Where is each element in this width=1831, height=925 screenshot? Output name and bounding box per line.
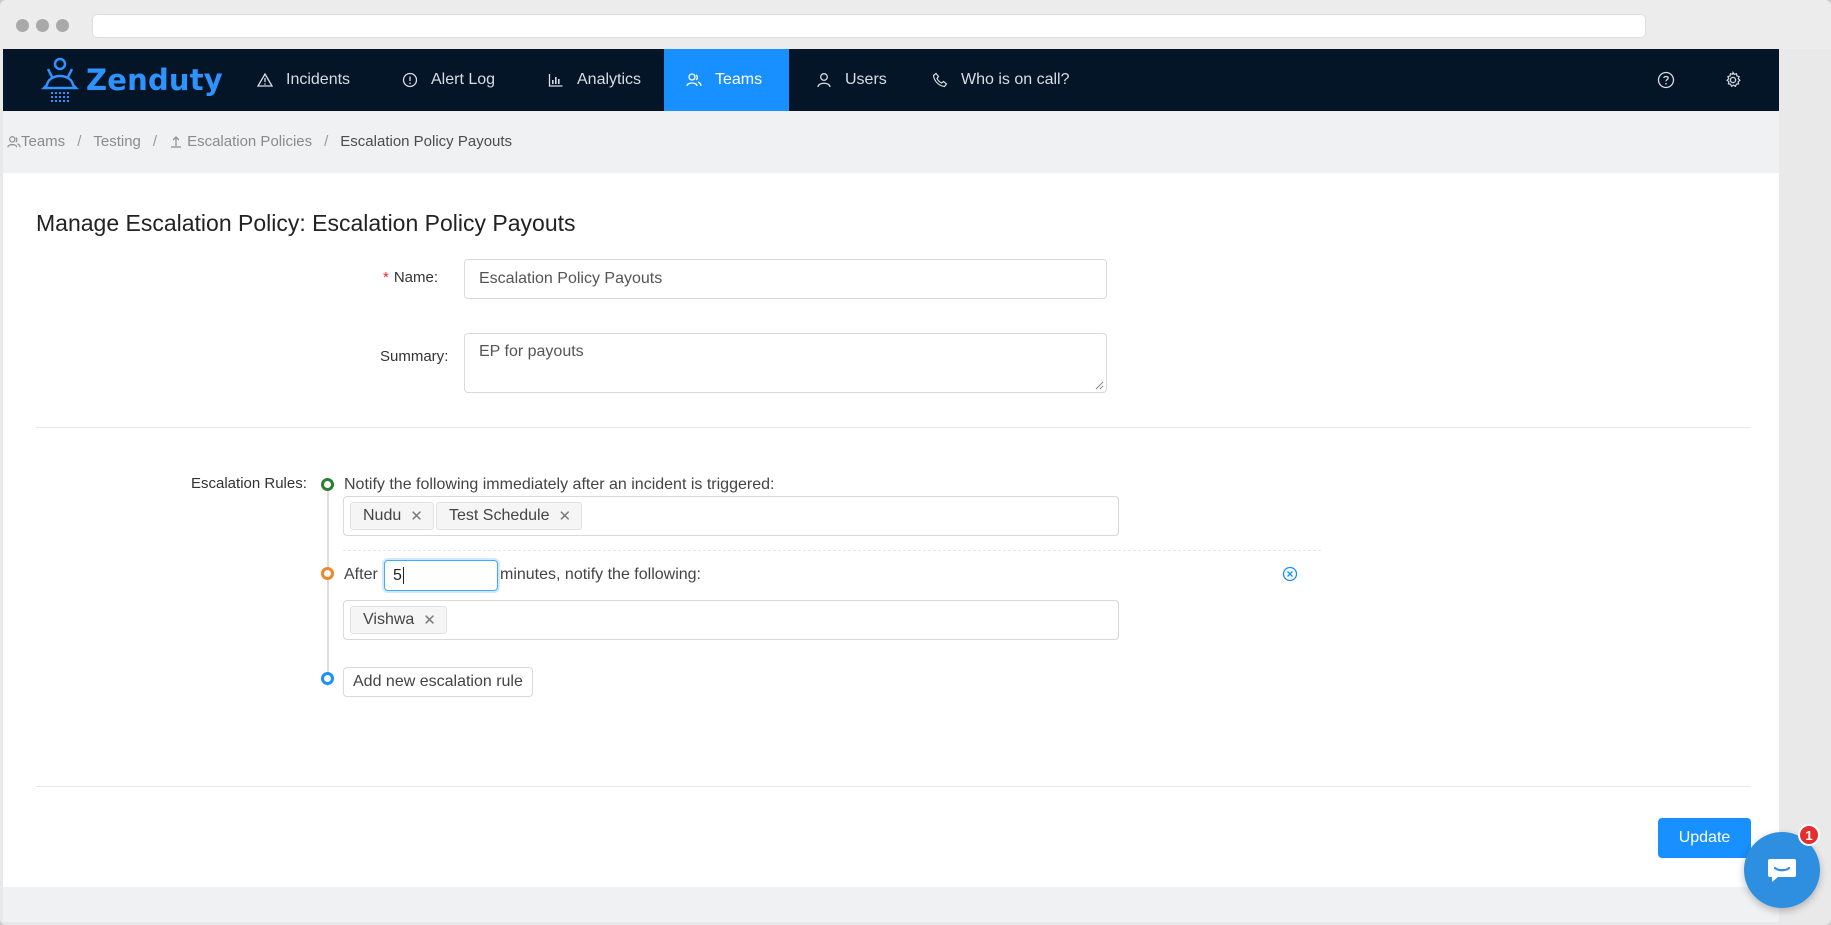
browser-window: Zenduty Incidents Alert Log Analytics Te… <box>0 0 1831 925</box>
name-label-text: Name <box>393 269 434 286</box>
chat-bubble-icon <box>1768 859 1796 882</box>
text-cursor <box>402 567 404 584</box>
resize-handle-icon[interactable] <box>1095 381 1104 390</box>
window-minimize-dot[interactable] <box>36 19 49 32</box>
browser-chrome <box>0 0 1831 49</box>
zenduty-logo-icon <box>40 57 80 102</box>
nav-alert-log-label: Alert Log <box>431 71 496 88</box>
divider <box>36 427 1751 428</box>
breadcrumb-testing[interactable]: Testing <box>93 133 141 150</box>
rule-2-timeline-dot <box>321 567 334 580</box>
escalation-rules-label: Escalation Rules: <box>191 475 307 492</box>
target-tag-label: Test Schedule <box>449 507 550 524</box>
breadcrumb-bar: Teams / Testing / Escalation Policies / … <box>3 111 1779 173</box>
divider <box>36 786 1751 787</box>
page-footer-strip <box>3 887 1779 922</box>
rule-2-targets-select[interactable]: Vishwa ✕ <box>343 600 1119 640</box>
update-button[interactable]: Update <box>1658 818 1751 858</box>
breadcrumb-current: Escalation Policy Payouts <box>340 133 513 150</box>
logo[interactable]: Zenduty <box>40 55 223 105</box>
team-icon <box>7 135 21 147</box>
bar-chart-icon <box>548 74 563 87</box>
name-input[interactable]: Escalation Policy Payouts <box>464 259 1107 299</box>
settings-gear-icon[interactable] <box>1721 68 1745 92</box>
rule-separator <box>343 550 1321 551</box>
rule-1-targets-select[interactable]: Nudu ✕ Test Schedule ✕ <box>343 496 1119 536</box>
nav-incidents[interactable]: Incidents <box>235 49 372 111</box>
nav-users[interactable]: Users <box>794 49 909 111</box>
breadcrumb-separator: / <box>152 133 158 150</box>
remove-tag-icon[interactable]: ✕ <box>410 507 423 525</box>
nav-incidents-label: Incidents <box>286 71 351 88</box>
nav-who-is-on-call[interactable]: Who is on call? <box>910 49 1092 111</box>
remove-tag-icon[interactable]: ✕ <box>559 507 572 525</box>
breadcrumb-separator: / <box>77 133 82 150</box>
summary-textarea-value: EP for payouts <box>479 343 584 360</box>
nav-analytics[interactable]: Analytics <box>526 49 663 111</box>
warning-triangle-icon <box>257 72 273 87</box>
required-asterisk: * <box>383 269 389 286</box>
target-tag-label: Nudu <box>363 507 402 524</box>
logo-text: Zenduty <box>86 63 223 97</box>
target-tag-label: Vishwa <box>363 611 415 628</box>
nav-teams[interactable]: Teams <box>664 49 789 111</box>
summary-textarea[interactable]: EP for payouts <box>464 333 1107 393</box>
team-icon <box>686 73 702 87</box>
summary-label: Summary: <box>380 348 449 365</box>
target-tag: Vishwa ✕ <box>350 606 447 634</box>
rule-2-suffix: minutes, notify the following: <box>500 566 701 583</box>
top-navbar: Zenduty Incidents Alert Log Analytics Te… <box>3 49 1779 111</box>
breadcrumb: Teams / Testing / Escalation Policies / … <box>7 133 512 150</box>
nav-teams-label: Teams <box>715 71 763 88</box>
breadcrumb-separator: / <box>324 133 329 150</box>
escalation-rules-label-text: Escalation Rules <box>191 475 303 492</box>
nav-analytics-label: Analytics <box>577 71 642 88</box>
rule-1-description: Notify the following immediately after a… <box>344 476 775 493</box>
summary-label-text: Summary <box>380 348 445 365</box>
rule-2-prefix: After <box>344 566 378 583</box>
window-close-dot[interactable] <box>16 19 29 32</box>
phone-icon <box>932 72 948 88</box>
window-maximize-dot[interactable] <box>56 19 69 32</box>
breadcrumb-escalation-policies[interactable]: Escalation Policies <box>187 133 312 150</box>
add-escalation-rule-button[interactable]: Add new escalation rule <box>343 667 533 697</box>
remove-tag-icon[interactable]: ✕ <box>423 611 436 629</box>
nav-users-label: Users <box>845 71 887 88</box>
delay-minutes-value: 5 <box>393 566 402 584</box>
remove-rule-icon[interactable] <box>1282 566 1298 582</box>
address-bar[interactable] <box>92 14 1646 38</box>
rule-1-timeline-dot <box>321 478 334 491</box>
user-icon <box>817 73 831 88</box>
upload-icon <box>171 135 182 148</box>
nav-alert-log[interactable]: Alert Log <box>380 49 517 111</box>
info-circle-icon <box>402 72 418 88</box>
nav-who-is-on-call-label: Who is on call? <box>961 71 1070 88</box>
timeline-line <box>327 491 329 686</box>
breadcrumb-teams[interactable]: Teams <box>21 133 65 150</box>
target-tag: Test Schedule ✕ <box>436 502 583 530</box>
delay-minutes-input[interactable]: 5 <box>384 560 498 591</box>
page-title: Manage Escalation Policy: Escalation Pol… <box>36 210 576 236</box>
add-rule-timeline-dot <box>321 672 334 685</box>
main-content: Manage Escalation Policy: Escalation Pol… <box>3 173 1779 887</box>
name-label: * Name: <box>383 269 439 286</box>
chat-notification-badge: 1 <box>1798 824 1820 846</box>
help-icon[interactable] <box>1654 68 1678 92</box>
target-tag: Nudu ✕ <box>350 502 434 530</box>
